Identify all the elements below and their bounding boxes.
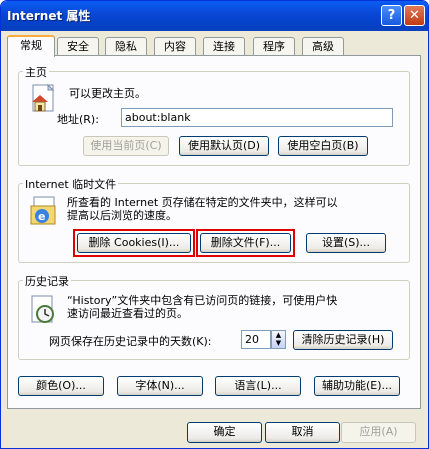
highlight-box-files [196,229,295,257]
temp-description-line2: 提高以后浏览的速度。 [67,209,177,222]
home-description: 可以更改主页。 [69,87,146,100]
home-page-icon [32,83,55,112]
fonts-button[interactable]: 字体(N)... [117,376,203,396]
help-button[interactable]: ? [381,5,402,26]
internet-options-dialog: Internet 属性 ? ✕ 常规 安全 隐私 内容 连接 程序 高级 主页 … [0,0,429,449]
tab-content[interactable]: 内容 [154,37,196,56]
window-title: Internet 属性 [7,9,91,23]
history-group: 历史记录 “History”文件夹中包含有已访问页的链接，可使用户快 速访问最近… [18,273,410,360]
home-address-input[interactable]: about:blank [121,108,393,127]
svg-text:e: e [38,210,45,223]
close-button[interactable]: ✕ [404,5,425,26]
tab-advanced[interactable]: 高级 [302,37,344,56]
ok-button[interactable]: 确定 [187,422,262,443]
history-description-line2: 速访问最近查看过的页。 [67,307,188,320]
highlight-box-cookies [73,229,195,257]
temp-files-icon: e [30,196,56,225]
spin-down-icon[interactable]: ▼ [272,339,285,347]
accessibility-button[interactable]: 辅助功能(E)... [314,376,400,396]
history-days-spinner[interactable]: ▲ ▼ [271,330,286,349]
settings-button[interactable]: 设置(S)... [306,233,386,253]
tab-general[interactable]: 常规 [7,35,55,57]
tab-connections[interactable]: 连接 [203,37,245,56]
cancel-button[interactable]: 取消 [265,422,340,443]
tab-programs[interactable]: 程序 [253,37,295,56]
history-icon [31,295,54,323]
tab-security[interactable]: 安全 [57,37,99,56]
clear-history-button[interactable]: 清除历史记录(H) [293,330,393,350]
history-group-legend: 历史记录 [23,273,71,289]
history-days-input[interactable]: 20 [241,330,271,349]
temp-group-legend: Internet 临时文件 [23,176,119,192]
home-page-group: 主页 可以更改主页。 地址(R): about:blank 使用当前页(C) 使… [18,64,410,166]
apply-button[interactable]: 应用(A) [341,422,416,443]
use-blank-button[interactable]: 使用空白页(B) [278,136,368,156]
colors-button[interactable]: 颜色(O)... [18,376,104,396]
use-current-button[interactable]: 使用当前页(C) [83,136,169,156]
home-group-legend: 主页 [23,64,49,80]
tab-privacy[interactable]: 隐私 [105,37,147,56]
languages-button[interactable]: 语言(L)... [215,376,301,396]
temp-files-group: Internet 临时文件 e 所查看的 Internet 页存储在特定的文件夹… [18,176,410,263]
address-label: 地址(R): [57,113,99,126]
title-bar[interactable]: Internet 属性 ? ✕ [1,1,428,31]
use-default-button[interactable]: 使用默认页(D) [179,136,269,156]
spin-up-icon[interactable]: ▲ [272,331,285,339]
history-days-label: 网页保存在历史记录中的天数(K): [49,335,212,348]
general-tab-panel: 主页 可以更改主页。 地址(R): about:blank 使用当前页(C) 使… [7,55,421,409]
